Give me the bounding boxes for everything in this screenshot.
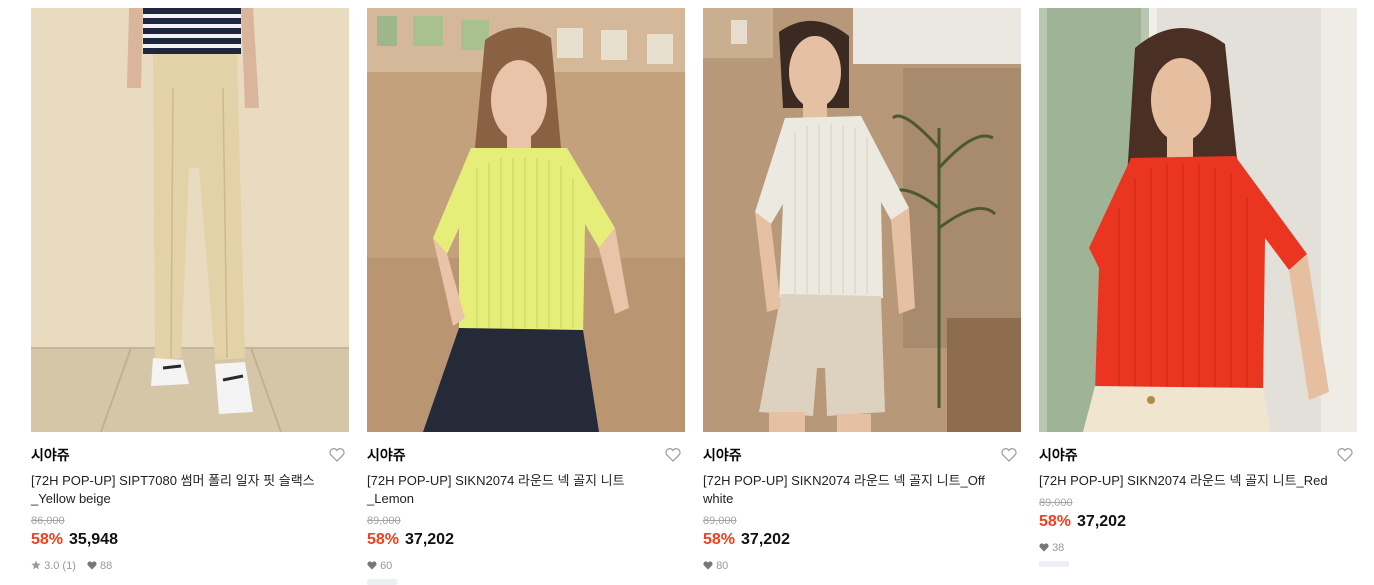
model-photo-icon: [31, 8, 349, 432]
wishlist-heart-icon[interactable]: [1337, 448, 1355, 464]
product-title[interactable]: [72H POP-UP] SIKN2074 라운드 넥 골지 니트_Lemon: [367, 472, 667, 508]
price-row: 58% 37,202: [1039, 511, 1357, 533]
price-row: 58% 37,202: [367, 529, 685, 551]
product-image[interactable]: [367, 8, 685, 432]
review-count: (1): [62, 560, 76, 572]
wishlist-heart-icon[interactable]: [665, 448, 683, 464]
badge-placeholder: [1039, 561, 1069, 567]
sale-price: 37,202: [1077, 513, 1126, 530]
product-title[interactable]: [72H POP-UP] SIKN2074 라운드 넥 골지 니트_Off wh…: [703, 472, 1003, 508]
like-count: 38: [1052, 542, 1065, 554]
brand-name[interactable]: 시야쥬: [1039, 446, 1357, 464]
like-count: 80: [716, 560, 729, 572]
heart-filled-icon: [367, 561, 377, 570]
product-title[interactable]: [72H POP-UP] SIKN2074 라운드 넥 골지 니트_Red: [1039, 472, 1339, 490]
heart-filled-icon: [1039, 543, 1049, 552]
heart-filled-icon: [87, 561, 97, 570]
model-photo-icon: [367, 8, 685, 432]
product-image[interactable]: [1039, 8, 1357, 432]
original-price: 89,000: [703, 515, 737, 527]
product-card[interactable]: 시야쥬 [72H POP-UP] SIKN2074 라운드 넥 골지 니트_Re…: [1039, 8, 1357, 567]
star-icon: [31, 560, 41, 570]
brand-name[interactable]: 시야쥬: [367, 446, 685, 464]
original-price: 89,000: [1039, 497, 1073, 509]
price-row: 58% 37,202: [703, 529, 1021, 551]
product-card[interactable]: 시야쥬 [72H POP-UP] SIKN2074 라운드 넥 골지 니트_Le…: [367, 8, 685, 585]
sale-price: 35,948: [69, 531, 118, 548]
original-price: 89,000: [367, 515, 401, 527]
original-price: 86,000: [31, 515, 65, 527]
product-image[interactable]: [703, 8, 1021, 432]
heart-filled-icon: [703, 561, 713, 570]
rating-value: 3.0: [44, 560, 60, 572]
brand-name[interactable]: 시야쥬: [703, 446, 1021, 464]
like-count: 60: [380, 560, 393, 572]
product-stats: 38: [1039, 541, 1357, 555]
discount-rate: 58%: [31, 531, 64, 548]
model-photo-icon: [703, 8, 1021, 432]
sale-price: 37,202: [741, 531, 790, 548]
discount-rate: 58%: [703, 531, 736, 548]
product-title[interactable]: [72H POP-UP] SIPT7080 썸머 폴리 일자 핏 슬랙스_Yel…: [31, 472, 331, 508]
like-count: 88: [100, 560, 113, 572]
product-card[interactable]: 시야쥬 [72H POP-UP] SIKN2074 라운드 넥 골지 니트_Of…: [703, 8, 1021, 573]
discount-rate: 58%: [1039, 513, 1072, 530]
badge-placeholder: [367, 579, 397, 585]
sale-price: 37,202: [405, 531, 454, 548]
model-photo-icon: [1039, 8, 1357, 432]
wishlist-heart-icon[interactable]: [329, 448, 347, 464]
product-card[interactable]: 시야쥬 [72H POP-UP] SIPT7080 썸머 폴리 일자 핏 슬랙스…: [31, 8, 349, 573]
brand-name[interactable]: 시야쥬: [31, 446, 349, 464]
wishlist-heart-icon[interactable]: [1001, 448, 1019, 464]
price-row: 58% 35,948: [31, 529, 349, 551]
product-image[interactable]: [31, 8, 349, 432]
discount-rate: 58%: [367, 531, 400, 548]
